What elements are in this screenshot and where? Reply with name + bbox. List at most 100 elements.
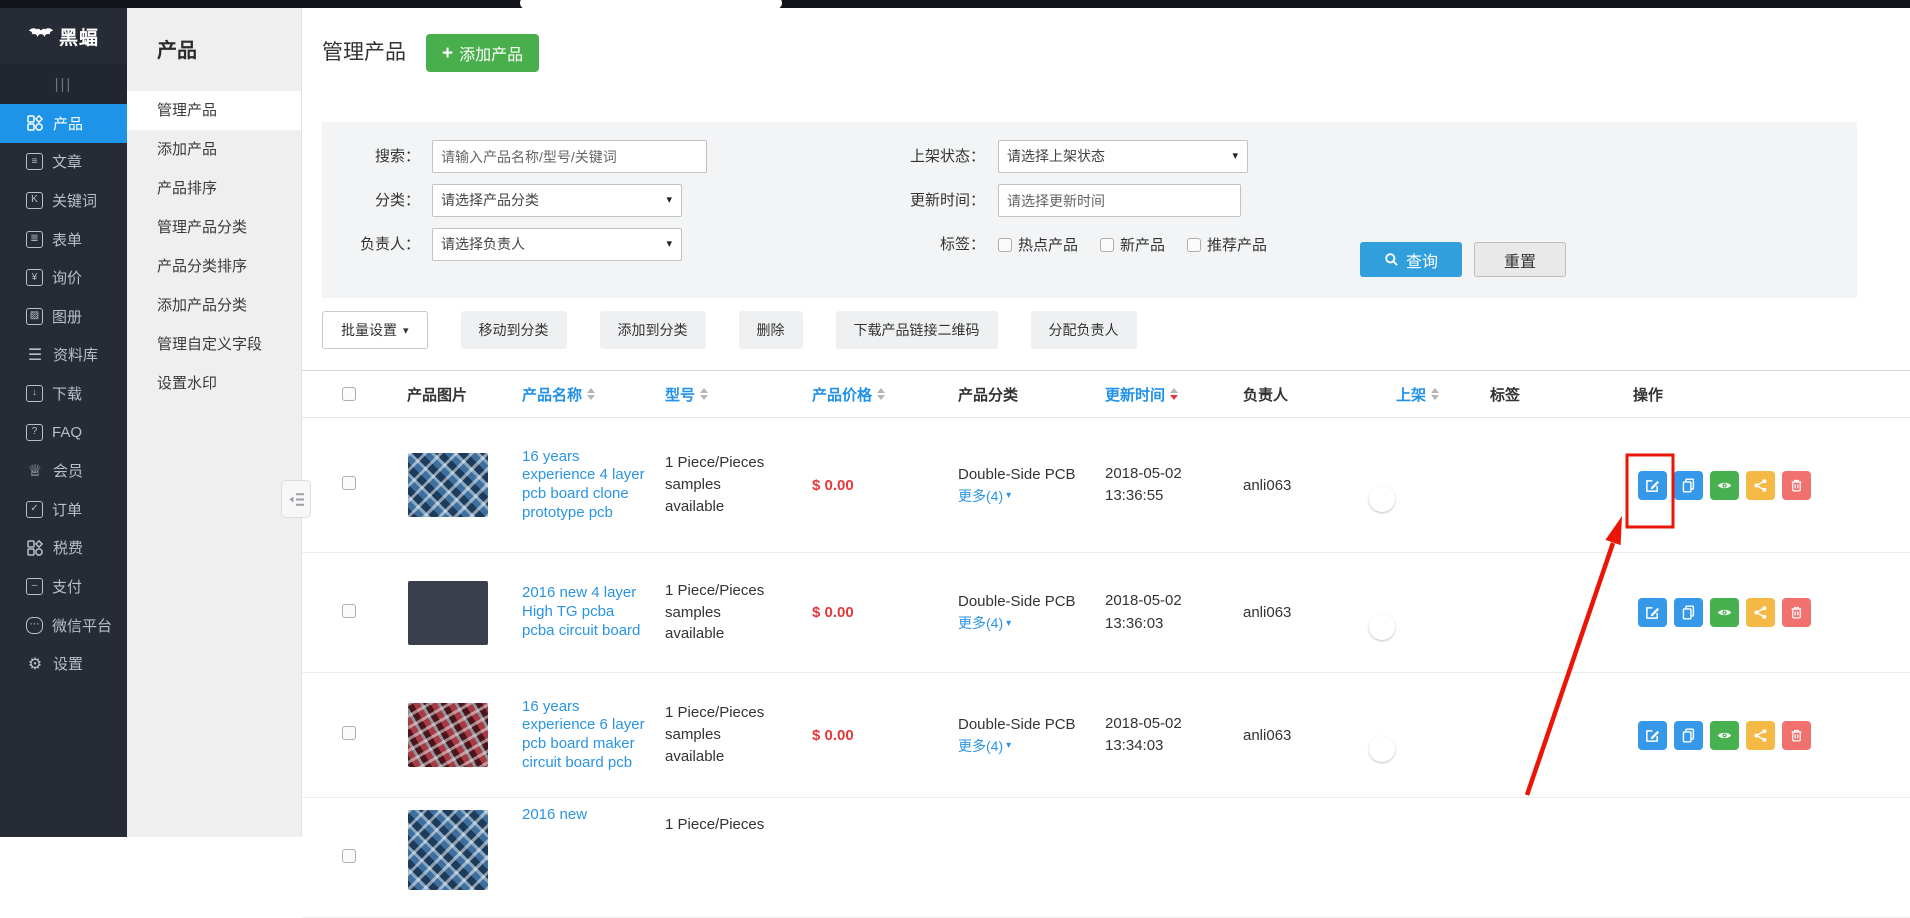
updated-time: 2018-05-02 13:36:03 — [1105, 590, 1243, 635]
batch-settings-button[interactable]: 批量设置 ▾ — [322, 311, 428, 349]
row-checkbox[interactable] — [342, 849, 356, 863]
nav-item-articles[interactable]: ≡ 文章 — [0, 143, 127, 182]
owner-select[interactable]: 请选择负责人 ▾ — [432, 228, 682, 261]
share-button[interactable] — [1746, 598, 1775, 627]
add-product-button[interactable]: + 添加产品 — [426, 34, 539, 72]
nav-label: 设置 — [53, 653, 83, 674]
subnav-add-product[interactable]: 添加产品 — [127, 130, 301, 169]
nav-item-forms[interactable]: ≣ 表单 — [0, 220, 127, 259]
edit-button[interactable] — [1638, 471, 1667, 500]
product-image[interactable] — [408, 453, 488, 517]
question-icon: ? — [26, 424, 43, 441]
owner-label: 负责人： — [322, 228, 420, 261]
product-image[interactable] — [408, 810, 488, 890]
nav-item-products[interactable]: 产品 — [0, 104, 127, 143]
nav-item-payments[interactable]: – 支付 — [0, 567, 127, 606]
crown-icon: ♕ — [26, 462, 44, 480]
tag-new-checkbox[interactable]: 新产品 — [1100, 234, 1165, 255]
edit-button[interactable] — [1638, 598, 1667, 627]
more-categories-link[interactable]: 更多(4)▾ — [958, 737, 1011, 757]
nav-item-members[interactable]: ♕ 会员 — [0, 451, 127, 490]
panel-collapse-button[interactable] — [281, 480, 311, 518]
copy-button[interactable] — [1674, 471, 1703, 500]
copy-button[interactable] — [1674, 721, 1703, 750]
nav-item-library[interactable]: ☰ 资料库 — [0, 336, 127, 375]
delete-row-button[interactable] — [1782, 471, 1811, 500]
app-logo[interactable]: 黑蝠 — [0, 8, 127, 64]
subnav-manage-products[interactable]: 管理产品 — [127, 91, 301, 130]
share-icon — [1753, 478, 1768, 493]
more-categories-link[interactable]: 更多(4)▾ — [958, 487, 1011, 507]
preview-button[interactable] — [1710, 598, 1739, 627]
product-price: $ 0.00 — [812, 727, 958, 744]
download-qrcode-button[interactable]: 下载产品链接二维码 — [836, 311, 998, 349]
search-input[interactable] — [432, 140, 707, 173]
tax-grid-icon — [26, 539, 44, 557]
article-icon: ≡ — [26, 153, 43, 170]
delete-button[interactable]: 删除 — [739, 311, 803, 349]
share-button[interactable] — [1746, 721, 1775, 750]
logo-text: 黑蝠 — [59, 23, 99, 50]
chevron-down-icon: ▾ — [666, 185, 672, 216]
card-icon: – — [26, 578, 43, 595]
more-categories-link[interactable]: 更多(4)▾ — [958, 614, 1011, 634]
delete-row-button[interactable] — [1782, 598, 1811, 627]
col-price-sort[interactable]: 产品价格 — [812, 384, 958, 405]
query-button[interactable]: 查询 — [1360, 242, 1462, 277]
col-status-sort[interactable]: 上架 — [1396, 384, 1490, 405]
nav-item-inquiries[interactable]: ¥ 询价 — [0, 258, 127, 297]
table-row-partial: 2016 new 1 Piece/Pieces — [302, 798, 1910, 918]
sidebar-collapse-toggle[interactable]: ||| — [0, 64, 127, 104]
subnav-custom-fields[interactable]: 管理自定义字段 — [127, 325, 301, 364]
product-name-link[interactable]: 16 years experience 6 layer pcb board ma… — [522, 698, 665, 773]
col-name-sort[interactable]: 产品名称 — [522, 384, 665, 405]
nav-item-gallery[interactable]: ▨ 图册 — [0, 297, 127, 336]
subnav-manage-categories[interactable]: 管理产品分类 — [127, 208, 301, 247]
download-icon: ↓ — [26, 385, 43, 402]
subnav-add-category[interactable]: 添加产品分类 — [127, 286, 301, 325]
preview-button[interactable] — [1710, 721, 1739, 750]
share-button[interactable] — [1746, 471, 1775, 500]
product-name-link[interactable]: 2016 new — [522, 806, 665, 825]
nav-item-keywords[interactable]: K 关键词 — [0, 181, 127, 220]
nav-label: FAQ — [52, 424, 82, 441]
product-image[interactable] — [408, 581, 488, 645]
delete-row-button[interactable] — [1782, 721, 1811, 750]
product-image[interactable] — [408, 703, 488, 767]
assign-owner-button[interactable]: 分配负责人 — [1031, 311, 1137, 349]
nav-item-tax[interactable]: 税费 — [0, 529, 127, 568]
subnav-watermark[interactable]: 设置水印 — [127, 364, 301, 403]
reset-button[interactable]: 重置 — [1474, 242, 1566, 277]
row-checkbox[interactable] — [342, 604, 356, 618]
product-name-link[interactable]: 16 years experience 4 layer pcb board cl… — [522, 448, 665, 523]
row-checkbox[interactable] — [342, 726, 356, 740]
col-updated-sort[interactable]: 更新时间 — [1105, 384, 1243, 405]
add-to-category-button[interactable]: 添加到分类 — [600, 311, 706, 349]
tag-hot-checkbox[interactable]: 热点产品 — [998, 234, 1078, 255]
subnav-category-sort[interactable]: 产品分类排序 — [127, 247, 301, 286]
select-all-checkbox[interactable] — [342, 387, 356, 401]
nav-item-settings[interactable]: ⚙ 设置 — [0, 644, 127, 683]
preview-button[interactable] — [1710, 471, 1739, 500]
update-time-input[interactable] — [998, 184, 1241, 217]
col-model-sort[interactable]: 型号 — [665, 384, 812, 405]
nav-item-faq[interactable]: ? FAQ — [0, 413, 127, 452]
category-select[interactable]: 请选择产品分类 ▾ — [432, 184, 682, 217]
updated-time: 2018-05-02 13:36:55 — [1105, 463, 1243, 508]
col-category: 产品分类 — [958, 384, 1105, 405]
nav-item-wechat[interactable]: ⋯ 微信平台 — [0, 606, 127, 645]
nav-item-downloads[interactable]: ↓ 下载 — [0, 374, 127, 413]
status-select[interactable]: 请选择上架状态 ▾ — [998, 140, 1248, 173]
row-checkbox[interactable] — [342, 476, 356, 490]
subnav-product-sort[interactable]: 产品排序 — [127, 169, 301, 208]
copy-button[interactable] — [1674, 598, 1703, 627]
move-to-category-button[interactable]: 移动到分类 — [461, 311, 567, 349]
nav-item-orders[interactable]: ✓ 订单 — [0, 490, 127, 529]
tag-recommend-checkbox[interactable]: 推荐产品 — [1187, 234, 1267, 255]
edit-button[interactable] — [1638, 721, 1667, 750]
trash-icon — [1789, 605, 1804, 620]
product-name-link[interactable]: 2016 new 4 layer High TG pcba pcba circu… — [522, 584, 665, 640]
search-icon — [1384, 252, 1399, 267]
batch-toolbar: 批量设置 ▾ 移动到分类 添加到分类 删除 下载产品链接二维码 分配负责人 — [322, 311, 1910, 349]
nav-label: 会员 — [53, 460, 83, 481]
